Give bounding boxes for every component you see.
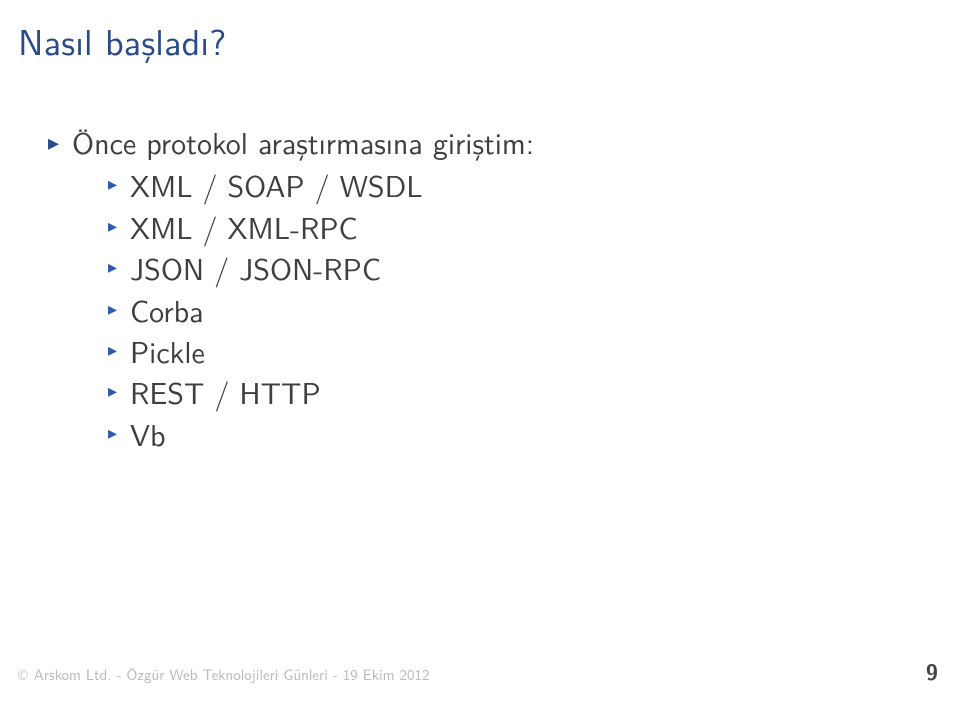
copyright-symbol: © bbox=[18, 665, 28, 685]
slide: Nasıl başladı? Önce protokol araştırması… bbox=[0, 0, 960, 703]
sub-bullet-text: REST / HTTP bbox=[130, 370, 321, 414]
outer-list: Önce protokol araştırmasına giriştim: XM… bbox=[48, 122, 534, 455]
sub-bullet-text: Vb bbox=[130, 412, 166, 456]
main-bullet-text: Önce protokol araştırmasına giriştim: bbox=[72, 120, 534, 164]
sub-bullet-text: XML / SOAP / WSDL bbox=[130, 163, 423, 207]
slide-title: Nasıl başladı? bbox=[18, 14, 226, 67]
sub-bullet: XML / SOAP / WSDL bbox=[108, 165, 534, 206]
page-number: 9 bbox=[926, 655, 938, 687]
sub-bullet: XML / XML-RPC bbox=[108, 207, 534, 248]
sub-bullet-text: JSON / JSON-RPC bbox=[130, 246, 381, 290]
sub-bullet: REST / HTTP bbox=[108, 372, 534, 413]
sub-bullet: Pickle bbox=[108, 331, 534, 372]
sub-bullet: Vb bbox=[108, 414, 534, 455]
sub-bullet-text: Corba bbox=[130, 288, 204, 332]
footer-text: Arskom Ltd. - Özgür Web Teknolojileri Gü… bbox=[34, 663, 926, 685]
main-bullet: Önce protokol araştırmasına giriştim: XM… bbox=[48, 122, 534, 455]
sub-bullet-text: Pickle bbox=[130, 329, 205, 373]
slide-footer: © Arskom Ltd. - Özgür Web Teknolojileri … bbox=[0, 655, 960, 687]
sub-bullet-text: XML / XML-RPC bbox=[130, 205, 358, 249]
slide-content: Önce protokol araştırmasına giriştim: XM… bbox=[48, 122, 534, 455]
sub-bullet: JSON / JSON-RPC bbox=[108, 248, 534, 289]
sub-bullet: Corba bbox=[108, 290, 534, 331]
inner-list: XML / SOAP / WSDL XML / XML-RPC JSON / J… bbox=[108, 165, 534, 455]
